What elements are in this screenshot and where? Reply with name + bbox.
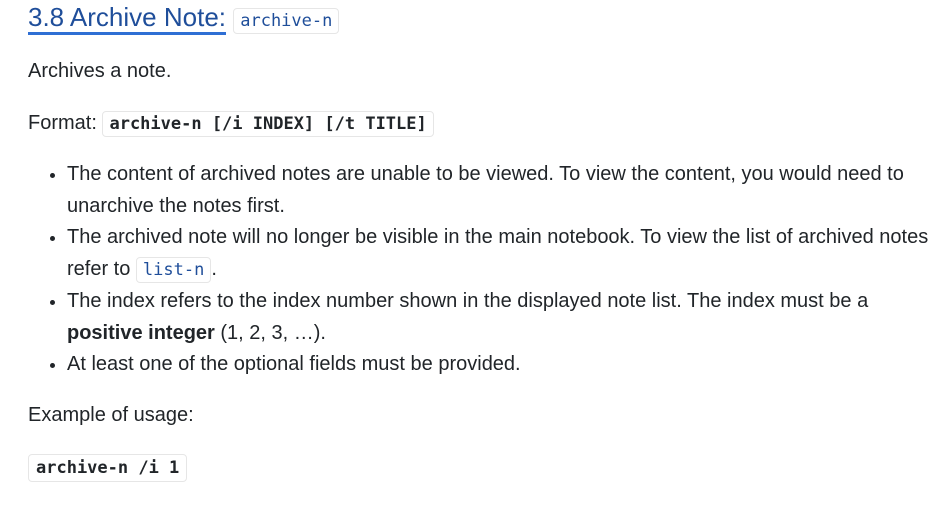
- heading-command-code: archive-n: [233, 8, 340, 34]
- format-line: Format: archive-n [/i INDEX] [/t TITLE]: [28, 108, 434, 140]
- example-block: archive-n /i 1: [28, 452, 188, 484]
- list-item: The archived note will no longer be visi…: [67, 222, 937, 286]
- list-item-text: (1, 2, 3, …).: [214, 321, 326, 344]
- list-item: The index refers to the index number sho…: [67, 286, 937, 349]
- list-item: At least one of the optional fields must…: [67, 349, 937, 381]
- bold-text: positive integer: [67, 321, 215, 344]
- section-heading: 3.8 Archive Note: archive-n: [28, 0, 340, 38]
- format-syntax-code: archive-n [/i INDEX] [/t TITLE]: [102, 111, 434, 137]
- notes-list: The content of archived notes are unable…: [28, 159, 937, 381]
- list-item: The content of archived notes are unable…: [67, 159, 937, 222]
- list-item-text: At least one of the optional fields must…: [67, 353, 521, 375]
- list-item-text: The content of archived notes are unable…: [67, 163, 904, 217]
- description: Archives a note.: [28, 60, 172, 82]
- example-code: archive-n /i 1: [28, 454, 188, 482]
- list-item-text: The index refers to the index number sho…: [67, 290, 869, 312]
- format-label: Format:: [28, 112, 97, 134]
- list-item-text: .: [211, 257, 217, 280]
- example-label: Example of usage:: [28, 404, 194, 426]
- list-n-code: list-n: [135, 256, 212, 283]
- section-heading-link[interactable]: 3.8 Archive Note:: [28, 2, 226, 35]
